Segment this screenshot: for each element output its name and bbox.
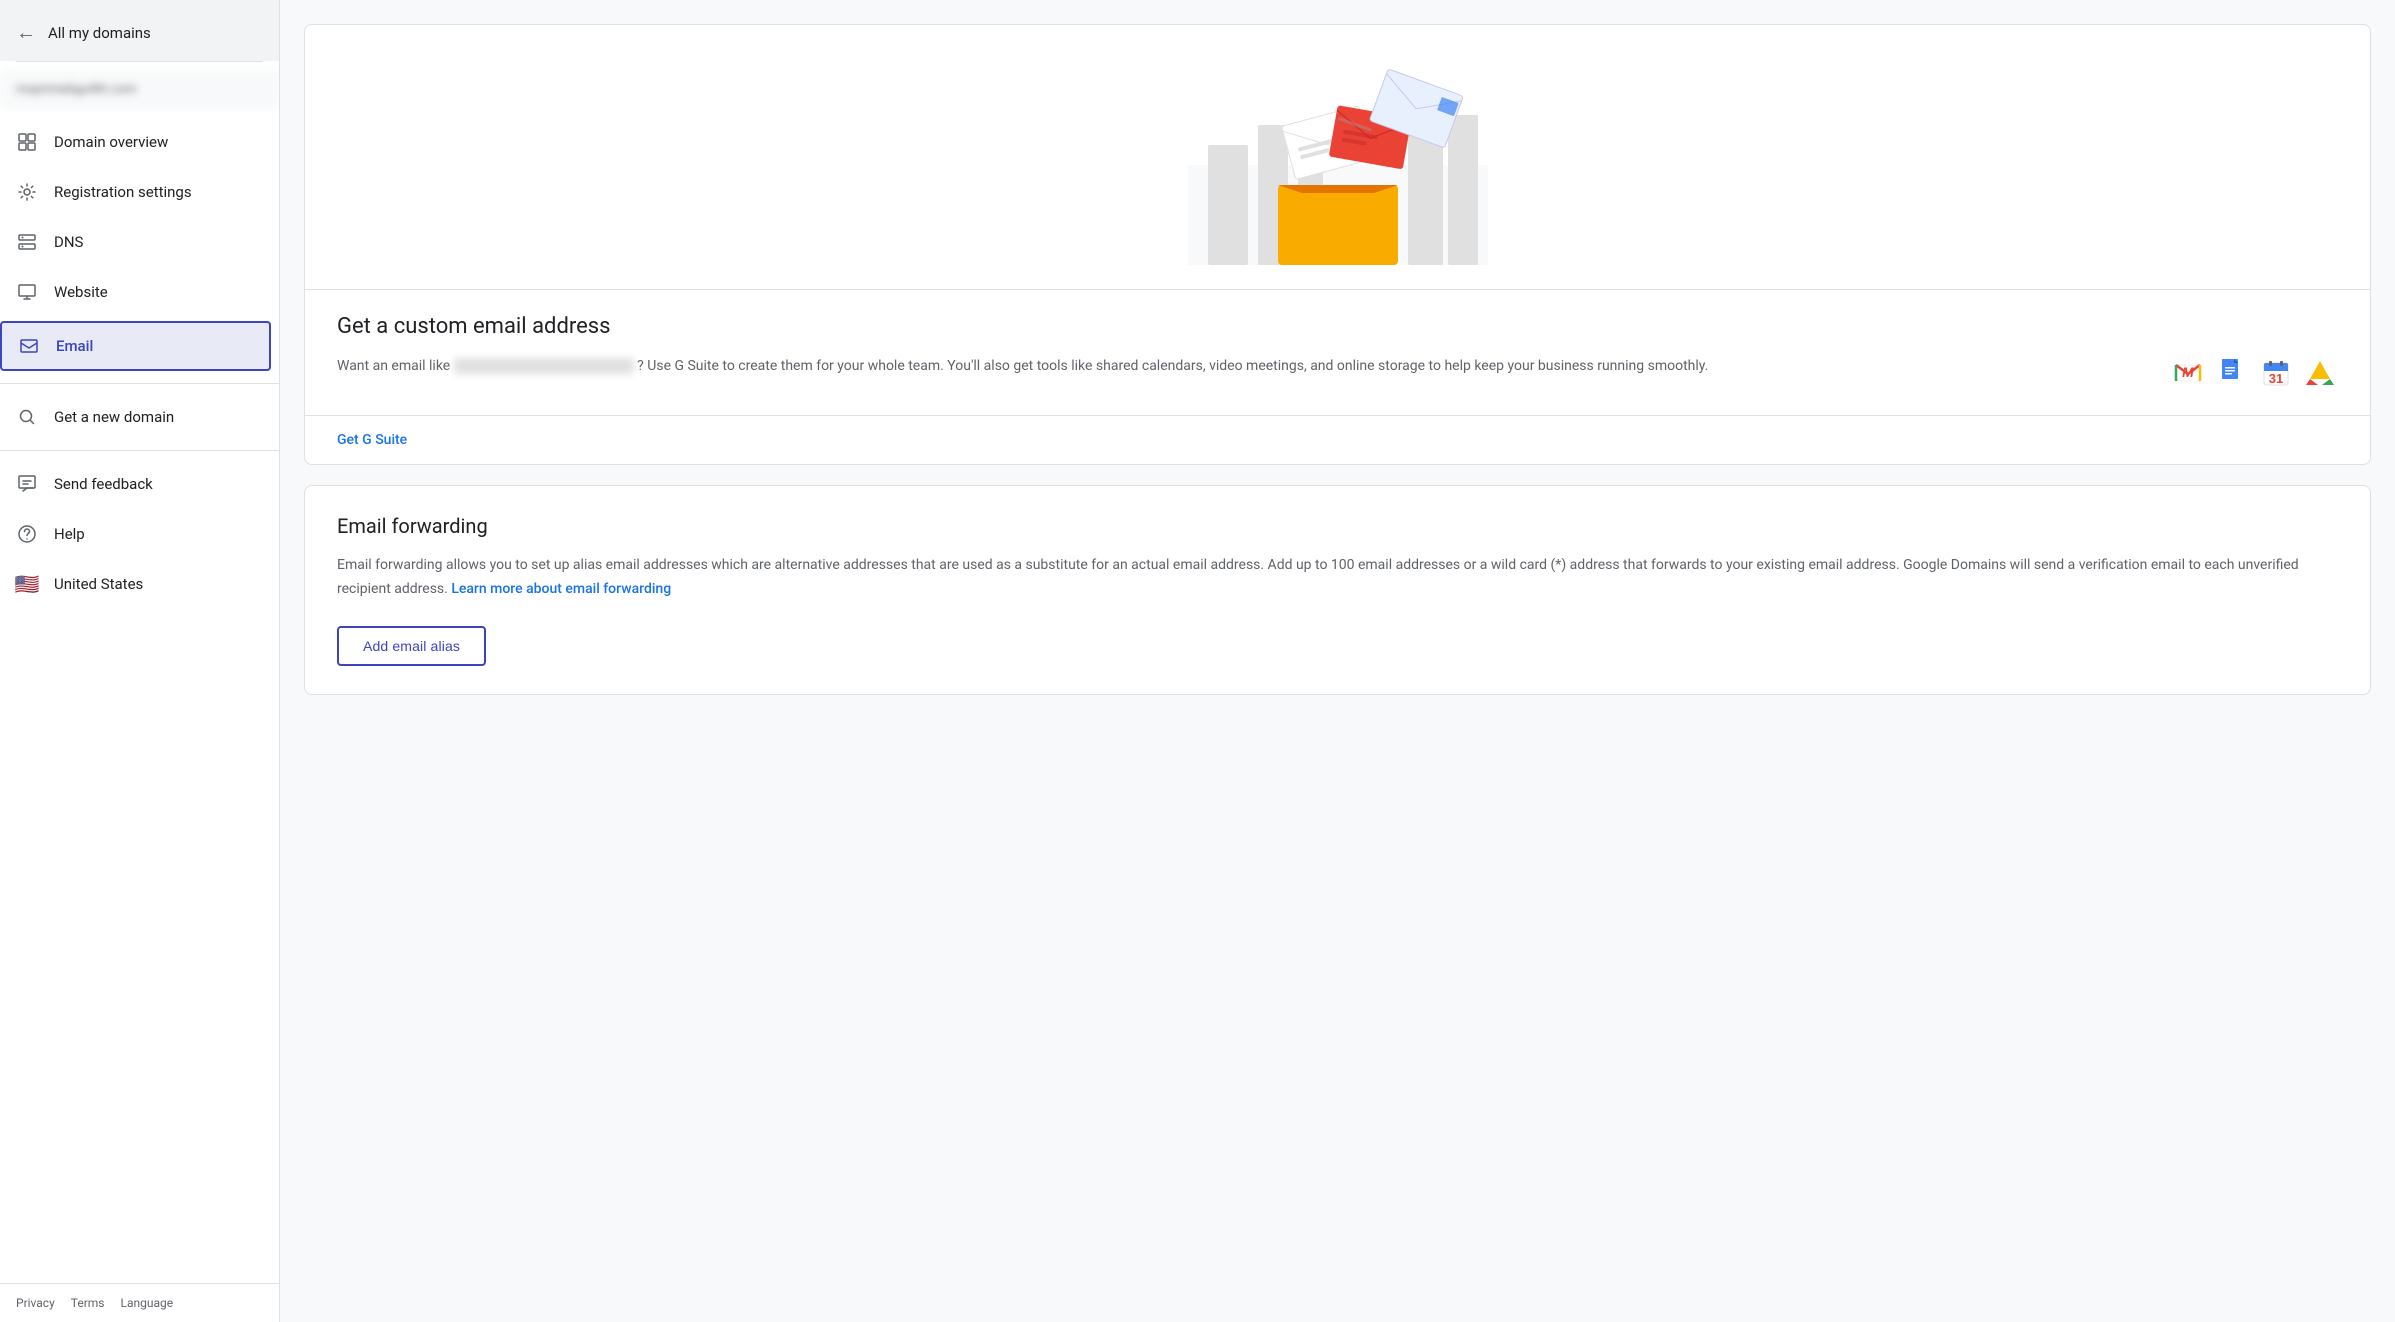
back-button[interactable]: ← All my domains: [0, 0, 279, 61]
blurred-email-example: [454, 358, 634, 374]
search-icon: [16, 406, 38, 428]
email-icon: [18, 335, 40, 357]
email-forwarding-card: Email forwarding Email forwarding allows…: [304, 485, 2371, 695]
description-after: ? Use G Suite to create them for your wh…: [637, 358, 1708, 374]
flag-icon: 🇺🇸: [16, 573, 38, 595]
sidebar-item-label: Domain overview: [54, 133, 168, 151]
gear-icon: [16, 181, 38, 203]
back-arrow-icon: ←: [16, 20, 36, 45]
sidebar-item-registration-settings[interactable]: Registration settings: [0, 167, 271, 217]
sidebar-item-help[interactable]: Help: [0, 509, 271, 559]
email-illustration-section: [305, 25, 2370, 289]
sidebar-item-label: United States: [54, 575, 143, 593]
main-content: Get a custom email address Want an email…: [280, 0, 2395, 1322]
back-label: All my domains: [48, 24, 151, 42]
privacy-link[interactable]: Privacy: [16, 1296, 55, 1310]
sidebar-item-label: Website: [54, 283, 108, 301]
sidebar-lower-divider: [0, 450, 279, 451]
language-link[interactable]: Language: [121, 1296, 174, 1310]
sidebar-mid-divider: [0, 383, 279, 384]
feedback-icon: [16, 473, 38, 495]
gsuite-icons: M: [2170, 355, 2338, 391]
sidebar-top-divider: [16, 61, 263, 62]
get-gsuite-link[interactable]: Get G Suite: [305, 415, 2370, 464]
domain-name: mxprime6gu4th.com: [0, 70, 279, 109]
grid-icon: [16, 131, 38, 153]
gmail-icon: M: [2170, 355, 2206, 391]
terms-link[interactable]: Terms: [71, 1296, 105, 1310]
email-illustration: [1188, 65, 1488, 265]
sidebar-item-label: Get a new domain: [54, 408, 174, 426]
custom-email-card: Get a custom email address Want an email…: [304, 24, 2371, 465]
sidebar-item-send-feedback[interactable]: Send feedback: [0, 459, 271, 509]
help-icon: [16, 523, 38, 545]
forwarding-description: Email forwarding allows you to set up al…: [337, 554, 2338, 602]
custom-email-section: Get a custom email address Want an email…: [305, 289, 2370, 415]
custom-email-title: Get a custom email address: [337, 314, 2338, 339]
sidebar-item-dns[interactable]: DNS: [0, 217, 271, 267]
sidebar-item-domain-overview[interactable]: Domain overview: [0, 117, 271, 167]
sidebar-item-label: DNS: [54, 233, 83, 251]
docs-icon: [2214, 355, 2250, 391]
forwarding-title: Email forwarding: [337, 514, 2338, 538]
sidebar-item-label: Send feedback: [54, 475, 153, 493]
sidebar-footer: Privacy Terms Language: [0, 1283, 279, 1322]
sidebar: ← All my domains mxprime6gu4th.com Domai…: [0, 0, 280, 1322]
sidebar-item-united-states[interactable]: 🇺🇸 United States: [0, 559, 271, 609]
sidebar-item-label: Registration settings: [54, 183, 192, 201]
server-icon: [16, 231, 38, 253]
calendar-icon: 31: [2258, 355, 2294, 391]
email-forwarding-section: Email forwarding Email forwarding allows…: [305, 486, 2370, 694]
sidebar-item-email[interactable]: Email: [0, 321, 271, 371]
description-before: Want an email like: [337, 358, 450, 374]
svg-text:M: M: [2182, 364, 2194, 380]
learn-more-link[interactable]: Learn more about email forwarding: [451, 581, 671, 597]
add-email-alias-button[interactable]: Add email alias: [337, 626, 486, 666]
sidebar-item-website[interactable]: Website: [0, 267, 271, 317]
sidebar-item-label: Help: [54, 525, 85, 543]
drive-icon: [2302, 355, 2338, 391]
sidebar-item-label: Email: [56, 337, 93, 355]
custom-email-body: Want an email like ? Use G Suite to crea…: [337, 355, 2338, 391]
svg-text:31: 31: [2269, 371, 2283, 386]
monitor-icon: [16, 281, 38, 303]
custom-email-description: Want an email like ? Use G Suite to crea…: [337, 355, 2146, 377]
sidebar-item-get-new-domain[interactable]: Get a new domain: [0, 392, 271, 442]
